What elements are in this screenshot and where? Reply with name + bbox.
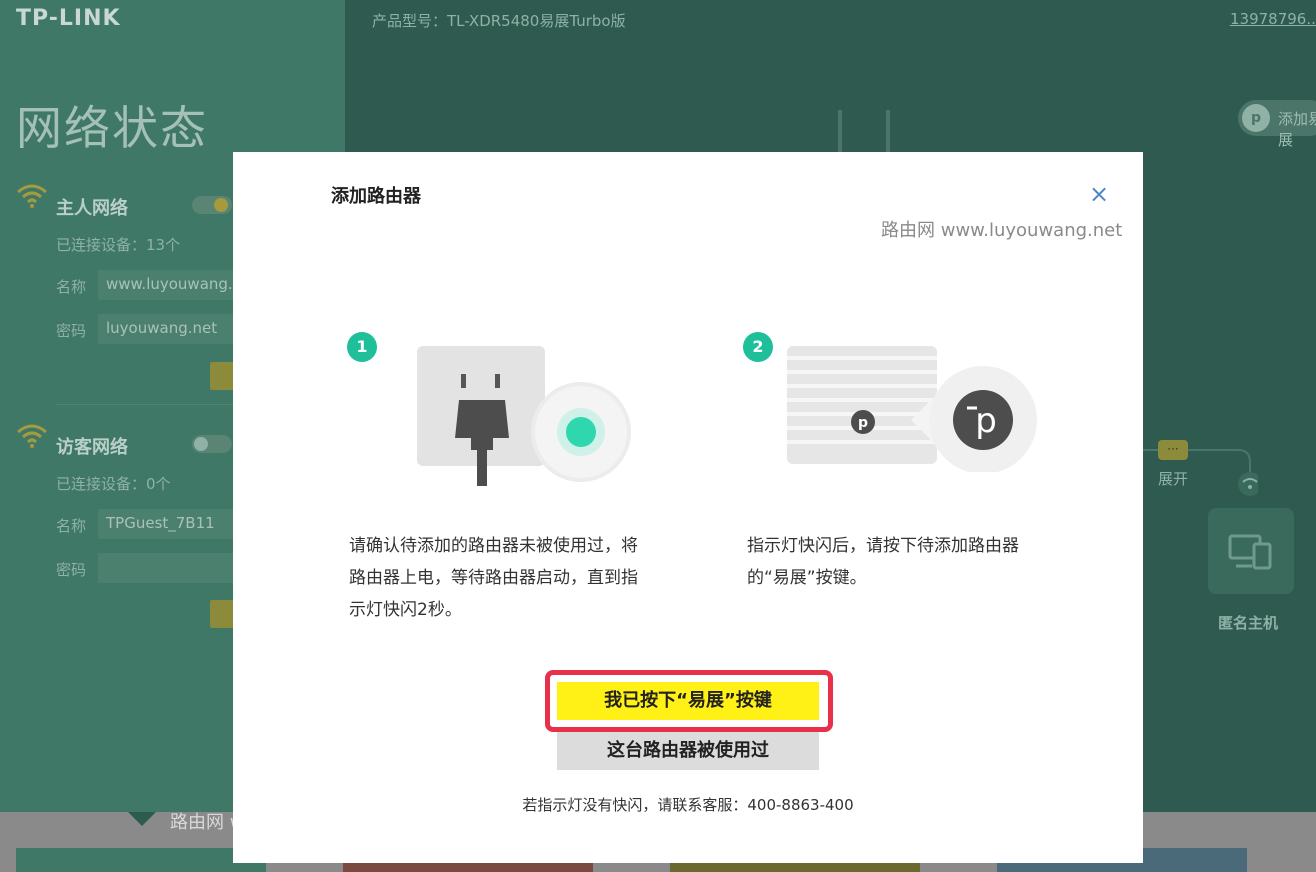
guest-network-toggle[interactable] xyxy=(192,435,232,453)
guest-password-field[interactable] xyxy=(98,553,238,583)
guest-name-field[interactable]: TPGuest_7B11 xyxy=(98,509,238,539)
dialog-title: 添加路由器 xyxy=(331,186,421,207)
brand-logo: TP-LINK xyxy=(16,6,121,31)
confirm-pressed-button[interactable]: 我已按下“易展”按键 xyxy=(557,682,819,720)
step-1-badge: 1 xyxy=(347,332,377,362)
product-model: 产品型号：TL-XDR5480易展Turbo版 xyxy=(372,12,626,30)
svg-text:p: p xyxy=(858,415,868,431)
host-devices-count: 已连接设备：13个 xyxy=(56,236,181,254)
svg-text:p: p xyxy=(975,401,997,441)
topology-line xyxy=(886,110,890,152)
device-icon xyxy=(1228,534,1272,570)
step-2-text: 指示灯快闪后，请按下待添加路由器的“易展”按键。 xyxy=(747,536,1019,588)
host-name-label: 名称 xyxy=(56,278,87,296)
tp-logo-icon: p xyxy=(1242,104,1270,132)
anon-host-label: 匿名主机 xyxy=(1218,614,1279,632)
add-router-dialog: 添加路由器 × 路由网 www.luyouwang.net 1 请确认待添加的路… xyxy=(233,152,1143,863)
add-mesh-button[interactable]: p 添加易展 xyxy=(1238,100,1316,149)
anon-host-card[interactable] xyxy=(1208,508,1294,594)
step-2-badge: 2 xyxy=(743,332,773,362)
bottom-card-1 xyxy=(16,848,266,872)
support-text: 若指示灯没有快闪，请联系客服：400-8863-400 xyxy=(522,796,854,814)
host-name-field[interactable]: www.luyouwang.net xyxy=(98,270,238,300)
watermark-top: 路由网 www.luyouwang.net xyxy=(881,220,1123,241)
topology-line xyxy=(838,110,842,152)
panel-notch xyxy=(128,812,156,826)
wifi-icon xyxy=(17,424,47,448)
router-mesh-button-icon: p p xyxy=(787,346,1037,472)
expand-label: 展开 xyxy=(1158,470,1189,488)
host-network-title: 主人网络 xyxy=(56,198,128,219)
section-divider xyxy=(56,404,236,405)
router-used-button[interactable]: 这台路由器被使用过 xyxy=(557,732,819,770)
guest-name-label: 名称 xyxy=(56,517,87,535)
wifi-icon xyxy=(17,184,47,208)
topology-connector xyxy=(1188,449,1258,496)
host-password-field[interactable]: luyouwang.net xyxy=(98,314,238,344)
guest-devices-count: 已连接设备：0个 xyxy=(56,475,171,493)
close-icon[interactable]: × xyxy=(1087,182,1111,206)
expand-dots-button[interactable]: ··· xyxy=(1158,440,1188,460)
page-title: 网络状态 xyxy=(16,101,208,155)
guest-network-title: 访客网络 xyxy=(56,437,128,458)
host-network-toggle[interactable] xyxy=(192,196,232,214)
step-1-text: 请确认待添加的路由器未被使用过，将路由器上电，等待路由器启动，直到指示灯快闪2秒… xyxy=(349,536,638,620)
guest-password-label: 密码 xyxy=(56,561,87,579)
account-link[interactable]: 13978796... xyxy=(1230,10,1316,28)
power-plug-icon xyxy=(417,346,631,486)
topology-line xyxy=(1143,449,1158,451)
host-password-label: 密码 xyxy=(56,322,87,340)
